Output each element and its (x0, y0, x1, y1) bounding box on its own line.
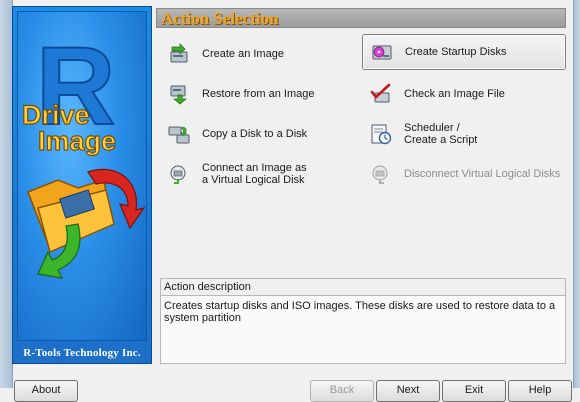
action-connect-image[interactable]: Connect an Image as a Virtual Logical Di… (160, 156, 358, 192)
exit-button[interactable]: Exit (442, 380, 506, 402)
action-copy-disk[interactable]: Copy a Disk to a Disk (160, 116, 358, 152)
help-button[interactable]: Help (508, 380, 572, 402)
drive-image-window: R Drive Image R-Tools Technology Inc. Ac… (0, 0, 580, 402)
action-restore-image[interactable]: Restore from an Image (160, 76, 358, 112)
connect-image-icon (170, 165, 186, 184)
disconnect-disk-icon (372, 165, 388, 184)
brand-panel: R Drive Image R-Tools Technology Inc. (12, 6, 152, 364)
action-label: Restore from an Image (202, 88, 315, 100)
action-create-startup-disks[interactable]: Create Startup Disks (362, 34, 566, 70)
logo-word-image: Image (38, 126, 116, 156)
description-title: Action description (164, 281, 251, 293)
about-button[interactable]: About (14, 380, 78, 402)
create-image-icon (170, 43, 188, 63)
check-image-icon (370, 83, 391, 103)
copy-disk-icon (168, 126, 190, 144)
next-button[interactable]: Next (376, 380, 440, 402)
action-check-image[interactable]: Check an Image File (362, 76, 566, 112)
action-label: Create Startup Disks (405, 46, 507, 58)
drive-image-logo: R Drive Image (21, 24, 146, 279)
action-label: Connect an Image as a Virtual Logical Di… (202, 162, 307, 186)
action-label: Disconnect Virtual Logical Disks (404, 168, 561, 180)
page-title: Action Selection (161, 9, 279, 28)
action-scheduler[interactable]: Scheduler / Create a Script (362, 116, 566, 152)
action-disconnect-disks[interactable]: Disconnect Virtual Logical Disks (362, 156, 566, 192)
action-create-image[interactable]: Create an Image (160, 36, 358, 72)
window-frame-right (573, 0, 580, 388)
action-label: Scheduler / Create a Script (404, 122, 478, 146)
scheduler-icon (371, 124, 392, 145)
action-label: Copy a Disk to a Disk (202, 128, 308, 140)
action-description-box: Action description Creates startup disks… (160, 278, 566, 364)
description-text: Creates startup disks and ISO images. Th… (164, 300, 556, 324)
startup-disk-icon (372, 45, 392, 60)
action-label: Check an Image File (404, 88, 505, 100)
section-header: Action Selection (156, 8, 566, 28)
description-body: Creates startup disks and ISO images. Th… (161, 295, 565, 363)
restore-image-icon (170, 85, 187, 105)
back-button[interactable]: Back (310, 380, 374, 402)
brand-artwork: R Drive Image (17, 11, 147, 341)
action-label: Create an Image (202, 48, 284, 60)
brand-footer: R-Tools Technology Inc. (23, 347, 141, 359)
